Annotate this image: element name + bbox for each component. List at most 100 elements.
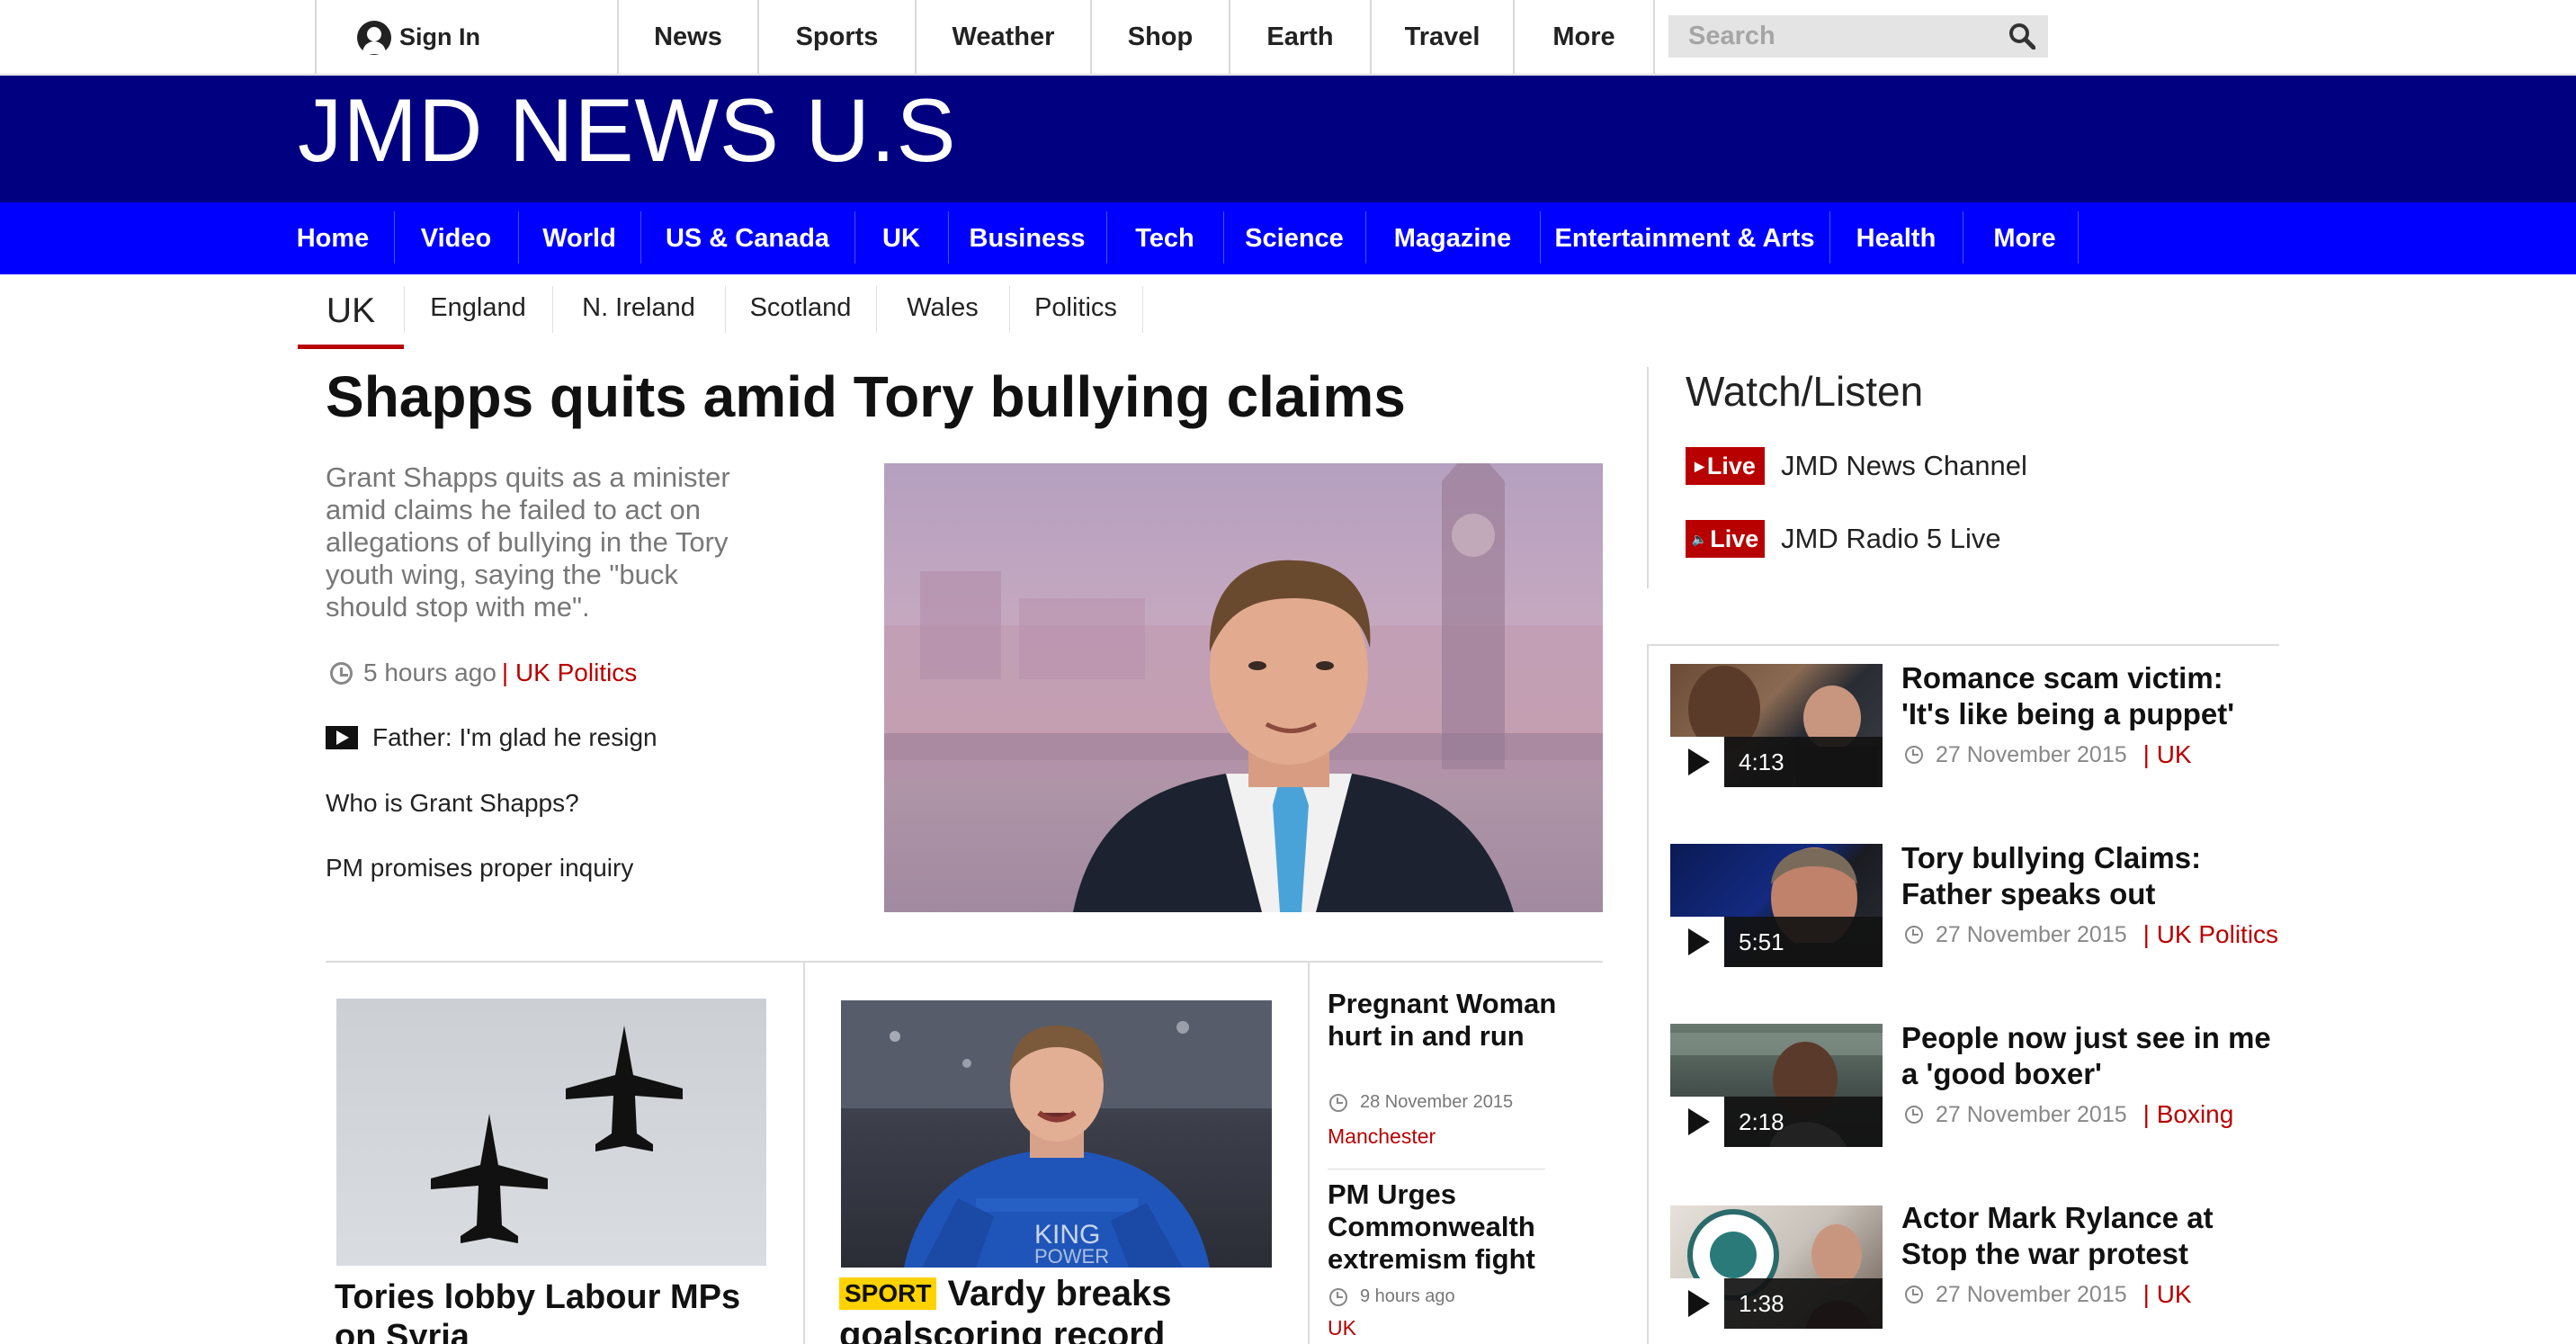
- search-icon[interactable]: [2008, 22, 2035, 49]
- play-icon: [1670, 1097, 1724, 1147]
- video-meta: 27 November 2015 | UK Politics: [1905, 920, 2278, 949]
- nav-uk[interactable]: UK: [867, 202, 935, 274]
- clock-icon: [1329, 1093, 1347, 1112]
- video-section-link[interactable]: | UK Politics: [2143, 920, 2278, 949]
- mini-story-location-link[interactable]: UK: [1328, 1316, 1356, 1340]
- sign-in-link[interactable]: Sign In: [317, 0, 618, 75]
- divider: [854, 211, 855, 264]
- vardy-story-image[interactable]: KING POWER: [841, 1000, 1272, 1268]
- nav-science[interactable]: Science: [1236, 202, 1353, 274]
- syria-story-image[interactable]: [336, 999, 766, 1266]
- video-date: 27 November 2015: [1936, 741, 2127, 767]
- topnav-earth[interactable]: Earth: [1230, 0, 1370, 75]
- mini-story-date: 28 November 2015: [1360, 1092, 1514, 1112]
- video-title[interactable]: Romance scam victim: 'It's like being a …: [1901, 660, 2279, 732]
- video-date: 27 November 2015: [1936, 921, 2127, 947]
- video-meta: 27 November 2015 | UK: [1905, 1280, 2192, 1309]
- divider: [1106, 211, 1107, 264]
- video-meta: 27 November 2015 | Boxing: [1905, 1100, 2233, 1129]
- related-link[interactable]: Who is Grant Shapps?: [326, 789, 579, 818]
- top-story-section-link[interactable]: | UK Politics: [502, 659, 637, 687]
- footballer-photo: KING POWER: [841, 1000, 1272, 1268]
- mini-story-meta: 9 hours ago: [1329, 1286, 1455, 1307]
- video-thumbnail[interactable]: 5:51: [1670, 844, 1883, 967]
- nav-entertainment-arts[interactable]: Entertainment & Arts: [1552, 202, 1817, 274]
- syria-story-title[interactable]: Tories lobby Labour MPs on Syria: [335, 1277, 775, 1344]
- search-box: [1668, 15, 2048, 58]
- top-story-headline[interactable]: Shapps quits amid Tory bullying claims: [326, 363, 1406, 430]
- subnav-scotland[interactable]: Scotland: [725, 277, 876, 338]
- live-radio-link[interactable]: 🔈 Live JMD Radio 5 Live: [1686, 520, 2001, 558]
- top-story-time: 5 hours ago: [363, 659, 496, 686]
- related-link-video[interactable]: Father: I'm glad he resign: [326, 723, 657, 752]
- subnav-england[interactable]: England: [404, 277, 552, 338]
- divider: [394, 211, 395, 264]
- video-thumbnail[interactable]: 4:13: [1670, 664, 1883, 787]
- video-title[interactable]: Tory bullying Claims: Father speaks out: [1901, 840, 2279, 912]
- nav-health[interactable]: Health: [1842, 202, 1950, 274]
- video-duration: 5:51: [1724, 917, 1883, 967]
- divider: [640, 211, 641, 264]
- divider: [803, 962, 805, 1344]
- divider: [1308, 962, 1310, 1344]
- video-duration: 2:18: [1724, 1097, 1883, 1147]
- top-story-meta: 5 hours ago | UK Politics: [330, 659, 637, 687]
- video-date: 27 November 2015: [1936, 1101, 2127, 1127]
- divider: [1829, 211, 1830, 264]
- video-section-link[interactable]: | UK: [2143, 740, 2192, 769]
- divider: [1223, 211, 1224, 264]
- play-icon: [1670, 1278, 1724, 1329]
- live-news-channel-link[interactable]: ▶ Live JMD News Channel: [1686, 447, 2027, 485]
- search-input[interactable]: [1668, 15, 1992, 58]
- video-duration: 4:13: [1724, 737, 1883, 787]
- play-icon: [1670, 917, 1724, 967]
- nav-more[interactable]: More: [1975, 202, 2074, 274]
- mini-story-title[interactable]: Pregnant Woman hurt in and run: [1328, 988, 1569, 1053]
- subnav-n-ireland[interactable]: N. Ireland: [552, 277, 725, 338]
- nav-tech[interactable]: Tech: [1119, 202, 1211, 274]
- nav-world[interactable]: World: [531, 202, 628, 274]
- nav-home[interactable]: Home: [284, 202, 381, 274]
- top-story-image[interactable]: [884, 463, 1603, 912]
- watch-listen-heading: Watch/Listen: [1686, 368, 1924, 415]
- video-thumbnail[interactable]: 2:18: [1670, 1024, 1883, 1147]
- divider: [1647, 644, 1649, 1344]
- video-section-link[interactable]: | Boxing: [2143, 1100, 2234, 1129]
- clock-icon: [1905, 1106, 1923, 1124]
- topnav-travel[interactable]: Travel: [1372, 0, 1513, 75]
- mini-story-title[interactable]: PM Urges Commonwealth extremism fight: [1328, 1178, 1569, 1276]
- sport-badge: SPORT: [839, 1277, 937, 1310]
- topnav-more[interactable]: More: [1515, 0, 1653, 75]
- divider: [518, 211, 519, 264]
- topnav-shop[interactable]: Shop: [1092, 0, 1229, 75]
- video-thumbnail[interactable]: 1:38: [1670, 1205, 1883, 1329]
- brand-logo[interactable]: JMD NEWS U.S: [298, 85, 957, 175]
- related-link[interactable]: PM promises proper inquiry: [326, 854, 633, 883]
- nav-magazine[interactable]: Magazine: [1378, 202, 1527, 274]
- divider: [1365, 211, 1366, 264]
- subnav-politics[interactable]: Politics: [1009, 277, 1142, 338]
- video-title[interactable]: Actor Mark Rylance at Stop the war prote…: [1901, 1200, 2279, 1272]
- related-link-label: Father: I'm glad he resign: [372, 723, 657, 751]
- nav-business[interactable]: Business: [961, 202, 1094, 274]
- topnav-weather[interactable]: Weather: [917, 0, 1090, 75]
- vardy-story-title-line2[interactable]: goalscoring record: [839, 1315, 1165, 1344]
- topnav-news[interactable]: News: [619, 0, 757, 75]
- vardy-story-title-row[interactable]: SPORT Vardy breaks: [839, 1274, 1172, 1314]
- clock-icon: [1905, 1286, 1923, 1304]
- clock-icon: [1905, 746, 1923, 764]
- video-date: 27 November 2015: [1936, 1281, 2127, 1307]
- subnav-wales[interactable]: Wales: [876, 277, 1009, 338]
- nav-video[interactable]: Video: [407, 202, 505, 274]
- mini-story-location-link[interactable]: Manchester: [1328, 1124, 1436, 1149]
- subnav-uk-current[interactable]: UK: [298, 277, 404, 349]
- video-title[interactable]: People now just see in me a 'good boxer': [1901, 1020, 2279, 1092]
- video-section-link[interactable]: | UK: [2143, 1280, 2192, 1309]
- divider: [1647, 367, 1649, 588]
- nav-us-canada[interactable]: US & Canada: [653, 202, 842, 274]
- topnav-sports[interactable]: Sports: [759, 0, 915, 75]
- mini-story-date: 9 hours ago: [1360, 1286, 1455, 1306]
- video-duration: 1:38: [1724, 1278, 1883, 1329]
- divider: [1142, 286, 1143, 333]
- divider: [948, 211, 949, 264]
